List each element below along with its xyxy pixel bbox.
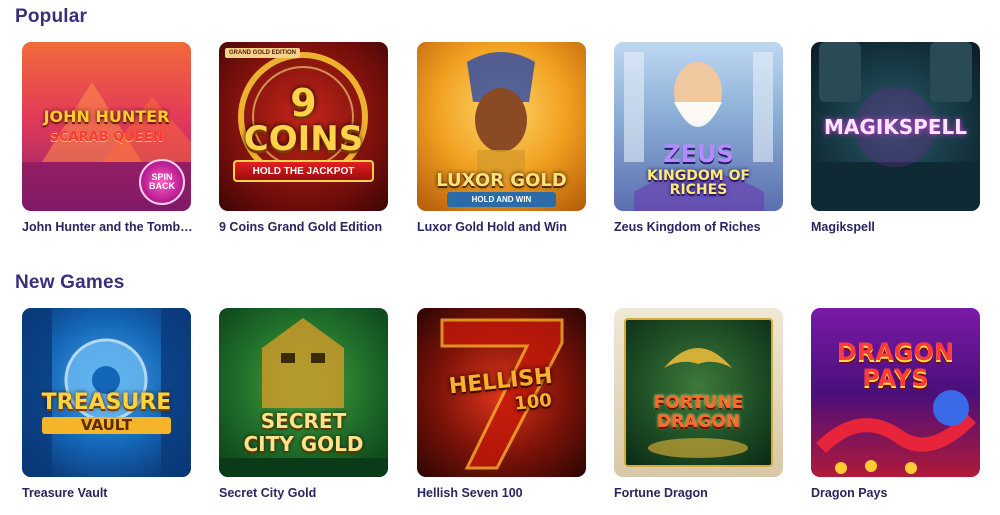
game-title[interactable]: Secret City Gold [219, 486, 391, 500]
game-thumbnail[interactable]: John Hunter Scarab Queen SPIN BACK [22, 42, 191, 211]
section-title-popular: Popular [15, 6, 88, 27]
game-thumbnail[interactable]: GRAND GOLD EDITION 9 Coins HOLD THE JACK… [219, 42, 388, 211]
game-title[interactable]: Luxor Gold Hold and Win [417, 220, 589, 234]
game-thumbnail[interactable]: Zeus Kingdom of Riches [614, 42, 783, 211]
game-logo-text: Zeus Kingdom of Riches [646, 140, 751, 198]
hold-and-win-banner: HOLD AND WIN [447, 192, 556, 207]
game-title[interactable]: Fortune Dragon [614, 486, 786, 500]
game-card-9-coins[interactable]: GRAND GOLD EDITION 9 Coins HOLD THE JACK… [219, 42, 388, 234]
game-title[interactable]: Dragon Pays [811, 486, 983, 500]
game-card-zeus[interactable]: Zeus Kingdom of Riches Zeus Kingdom of R… [614, 42, 783, 234]
game-title[interactable]: Magikspell [811, 220, 983, 234]
game-logo-text: Secret City Gold [243, 409, 364, 456]
game-card-treasure-vault[interactable]: Treasure Vault Treasure Vault [22, 308, 191, 500]
game-thumbnail[interactable]: Magikspell [811, 42, 980, 211]
jackpot-ribbon: HOLD THE JACKPOT [233, 160, 374, 182]
game-logo-text: John Hunter Scarab Queen [43, 107, 170, 145]
game-card-secret-city-gold[interactable]: Secret City Gold Secret City Gold [219, 308, 388, 500]
game-title[interactable]: John Hunter and the Tomb of the Scarab Q… [22, 220, 194, 234]
game-title[interactable]: Zeus Kingdom of Riches [614, 220, 786, 234]
game-thumbnail[interactable]: Secret City Gold [219, 308, 388, 477]
spin-back-badge: SPIN BACK [139, 159, 185, 205]
game-thumbnail[interactable]: Dragon Pays [811, 308, 980, 477]
game-card-luxor-gold[interactable]: Luxor Gold HOLD AND WIN Luxor Gold Hold … [417, 42, 586, 234]
game-grid-new: Treasure Vault Treasure Vault Secret Cit… [22, 308, 982, 508]
game-logo-text: Magikspell [824, 114, 967, 139]
game-title[interactable]: 9 Coins Grand Gold Edition [219, 220, 391, 234]
game-thumbnail[interactable]: Luxor Gold HOLD AND WIN [417, 42, 586, 211]
dancing-dragon-art [816, 390, 976, 474]
game-thumbnail[interactable]: Treasure Vault [22, 308, 191, 477]
game-thumbnail[interactable]: Hellish 100 [417, 308, 586, 477]
game-logo-text: Dragon Pays [836, 337, 955, 392]
game-card-fortune-dragon[interactable]: Fortune Dragon Fortune Dragon [614, 308, 783, 500]
game-thumbnail[interactable]: Fortune Dragon [614, 308, 783, 477]
game-card-dragon-pays[interactable]: Dragon Pays Dragon Pays [811, 308, 980, 500]
game-card-john-hunter[interactable]: John Hunter Scarab Queen SPIN BACK John … [22, 42, 194, 234]
game-logo-text: 9 Coins [243, 80, 364, 159]
game-title[interactable]: Hellish Seven 100 [417, 486, 589, 500]
game-logo-text: Luxor Gold [436, 169, 567, 191]
game-logo-text: Fortune Dragon [653, 392, 744, 432]
game-grid-popular: John Hunter Scarab Queen SPIN BACK John … [22, 42, 982, 242]
game-logo-text: Treasure Vault [41, 389, 172, 434]
section-title-new-games: New Games [15, 272, 125, 293]
game-card-magikspell[interactable]: Magikspell Magikspell [811, 42, 980, 234]
edition-tag: GRAND GOLD EDITION [225, 48, 300, 58]
game-card-hellish-seven[interactable]: Hellish 100 Hellish Seven 100 [417, 308, 586, 500]
game-title[interactable]: Treasure Vault [22, 486, 194, 500]
